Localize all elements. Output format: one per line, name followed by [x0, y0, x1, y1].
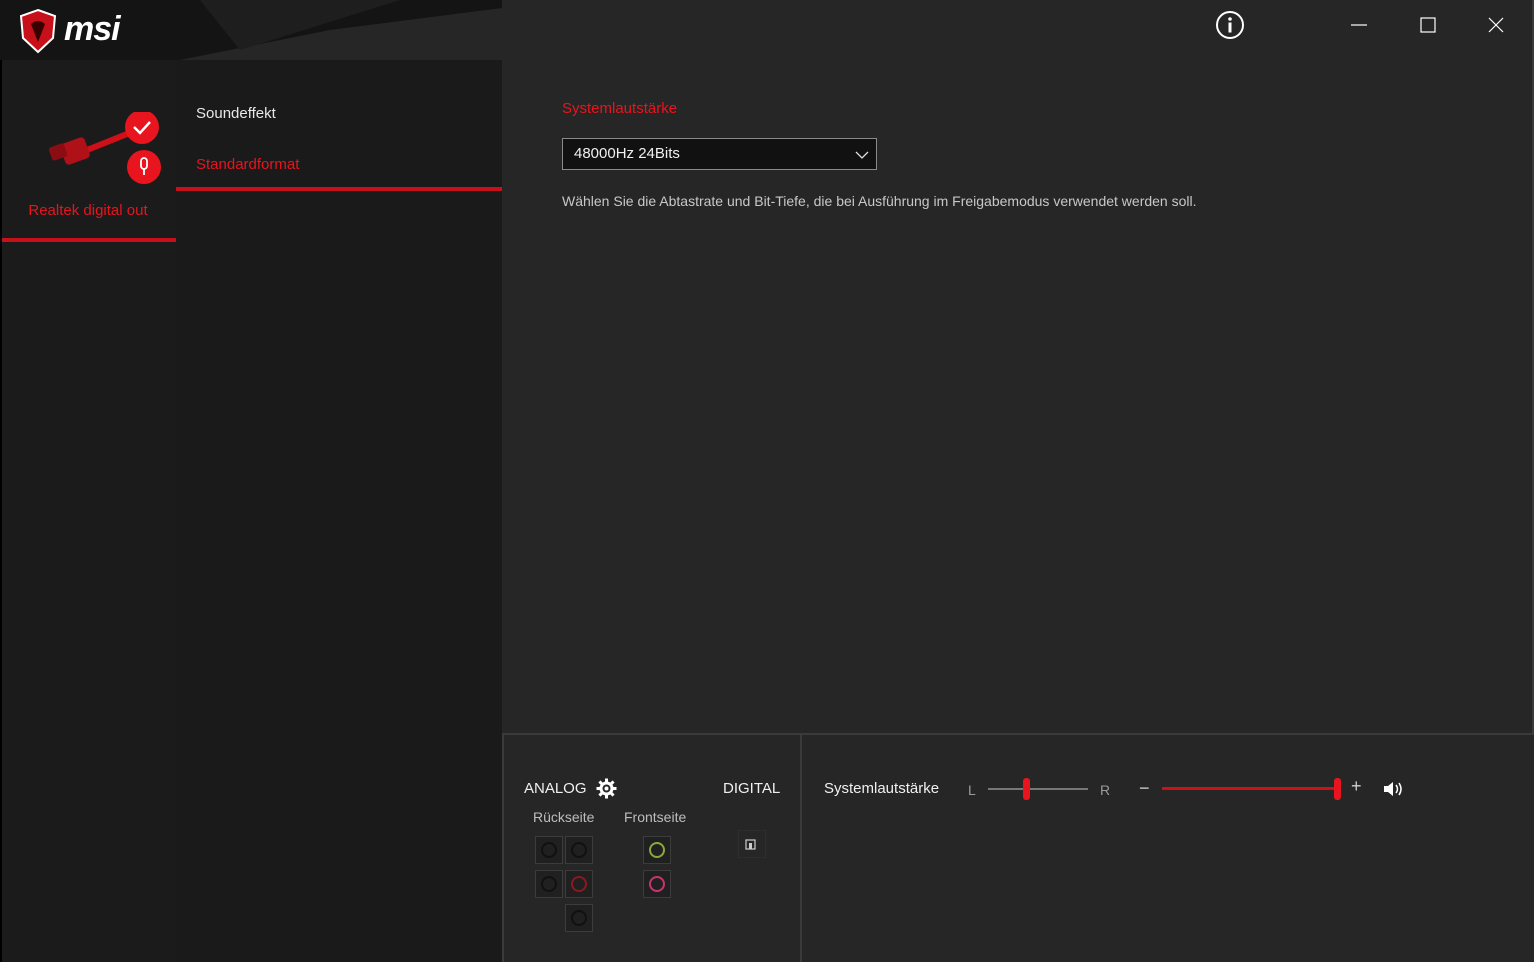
rear-jack[interactable] [565, 904, 593, 932]
volume-label: Systemlautstärke [824, 780, 940, 797]
gear-icon[interactable] [596, 778, 617, 799]
msi-shield-icon [18, 8, 58, 59]
format-dropdown[interactable]: 48000Hz 24Bits [562, 138, 877, 170]
rear-jack-active[interactable] [565, 870, 593, 898]
minimize-button[interactable] [1340, 10, 1376, 42]
front-jack-mic[interactable] [643, 870, 671, 898]
volume-decrease-button[interactable]: − [1139, 778, 1150, 799]
digital-label: DIGITAL [723, 780, 781, 797]
logo-header: msi [0, 0, 502, 60]
close-button[interactable] [1478, 10, 1514, 42]
volume-increase-button[interactable]: + [1351, 776, 1362, 797]
balance-left-label: L [968, 782, 976, 798]
digital-cable-icon [42, 110, 166, 197]
front-jack-headphone[interactable] [643, 836, 671, 864]
balance-right-label: R [1100, 782, 1111, 798]
analog-label: ANALOG [524, 780, 587, 797]
section-title: Systemlautstärke [562, 100, 678, 117]
bottom-panel-border [502, 733, 504, 962]
format-description: Wählen Sie die Abtastrate und Bit-Tiefe,… [562, 193, 1197, 209]
balance-slider-track[interactable] [988, 788, 1088, 790]
rear-jack[interactable] [535, 870, 563, 898]
volume-slider-thumb[interactable] [1334, 778, 1341, 800]
device-selected-indicator [2, 238, 176, 242]
tab-active-indicator [176, 187, 502, 191]
bottom-panel-divider [800, 735, 802, 962]
rear-panel-label: Rückseite [533, 809, 595, 825]
chevron-down-icon [855, 147, 869, 164]
digital-port-icon[interactable] [738, 830, 766, 858]
maximize-button[interactable] [1410, 10, 1446, 42]
volume-slider-track[interactable] [1162, 787, 1338, 790]
tab-soundeffekt[interactable]: Soundeffekt [196, 105, 276, 122]
tab-standardformat[interactable]: Standardformat [196, 156, 299, 173]
format-dropdown-value: 48000Hz 24Bits [574, 145, 680, 162]
front-panel-label: Frontseite [624, 809, 687, 825]
balance-slider-thumb[interactable] [1023, 778, 1030, 800]
device-name: Realtek digital out [28, 202, 148, 219]
rear-jack[interactable] [565, 836, 593, 864]
brand-name: msi [64, 10, 121, 48]
rear-jack[interactable] [535, 836, 563, 864]
tab-column [176, 60, 502, 962]
speaker-icon[interactable] [1383, 780, 1405, 798]
info-icon[interactable] [1214, 10, 1246, 42]
